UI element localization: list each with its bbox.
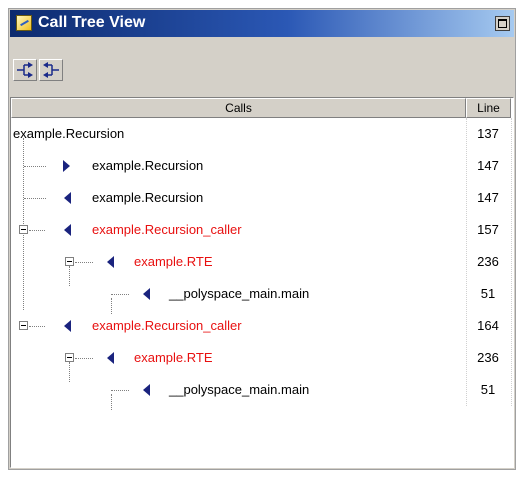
tree-connector <box>111 294 129 295</box>
tree-row[interactable]: example.Recursion 147 <box>11 182 511 214</box>
caller-arrow-icon <box>143 288 150 300</box>
tree-row[interactable]: __polyspace_main.main 51 <box>11 374 511 406</box>
line-number: 147 <box>477 158 499 173</box>
line-number: 157 <box>477 222 499 237</box>
collapse-node-icon[interactable] <box>65 353 74 362</box>
caller-arrow-icon <box>64 320 71 332</box>
table-header: Calls Line <box>11 98 511 118</box>
caller-arrow-icon <box>64 224 71 236</box>
line-number: 236 <box>477 350 499 365</box>
line-number: 164 <box>477 318 499 333</box>
call-tree-window: Call Tree View Calls Line example.Recurs… <box>8 8 516 470</box>
line-number: 147 <box>477 190 499 205</box>
tree-row[interactable]: example.Recursion 147 <box>11 150 511 182</box>
callee-arrow-icon <box>63 160 70 172</box>
call-name: __polyspace_main.main <box>169 382 310 397</box>
collapse-callees-icon <box>43 62 59 78</box>
window-title: Call Tree View <box>38 14 146 31</box>
expand-callers-icon <box>17 62 33 78</box>
caller-arrow-icon <box>64 192 71 204</box>
column-header-line[interactable]: Line <box>466 98 511 118</box>
tree-connector <box>29 326 45 327</box>
call-name: __polyspace_main.main <box>169 286 310 301</box>
tree-row[interactable]: example.RTE 236 <box>11 342 511 374</box>
tree-row[interactable]: example.Recursion 137 <box>11 118 511 150</box>
caller-arrow-icon <box>107 256 114 268</box>
line-number: 236 <box>477 254 499 269</box>
line-number: 51 <box>480 382 496 397</box>
maximize-button[interactable] <box>495 16 510 31</box>
collapse-node-icon[interactable] <box>19 321 28 330</box>
tree-connector <box>111 390 129 391</box>
caller-arrow-icon <box>143 384 150 396</box>
call-name: example.RTE <box>134 350 213 365</box>
line-number: 137 <box>477 126 499 141</box>
tree-row[interactable]: example.RTE 236 <box>11 246 511 278</box>
call-name: example.RTE <box>134 254 213 269</box>
toolbar <box>10 37 514 97</box>
tree-connector <box>24 198 46 199</box>
tree-row[interactable]: example.Recursion_caller 157 <box>11 214 511 246</box>
collapse-node-icon[interactable] <box>19 225 28 234</box>
call-tree-panel: Calls Line example.Recursion 137 example… <box>10 97 514 468</box>
call-name: example.Recursion_caller <box>92 222 242 237</box>
column-header-calls[interactable]: Calls <box>11 98 466 118</box>
show-callers-button[interactable] <box>13 59 37 81</box>
collapse-node-icon[interactable] <box>65 257 74 266</box>
line-number: 51 <box>480 286 496 301</box>
caller-arrow-icon <box>107 352 114 364</box>
call-name: example.Recursion <box>13 126 125 141</box>
call-name: example.Recursion_caller <box>92 318 242 333</box>
tree-connector <box>75 262 93 263</box>
tree-connector <box>24 166 46 167</box>
call-name: example.Recursion <box>92 158 204 173</box>
tree-connector <box>75 358 93 359</box>
tree-row[interactable]: __polyspace_main.main 51 <box>11 278 511 310</box>
column-divider <box>511 118 512 406</box>
tree-connector <box>29 230 45 231</box>
app-icon <box>16 15 32 31</box>
show-callees-button[interactable] <box>39 59 63 81</box>
tree-row[interactable]: example.Recursion_caller 164 <box>11 310 511 342</box>
call-name: example.Recursion <box>92 190 204 205</box>
title-bar: Call Tree View <box>10 10 514 37</box>
